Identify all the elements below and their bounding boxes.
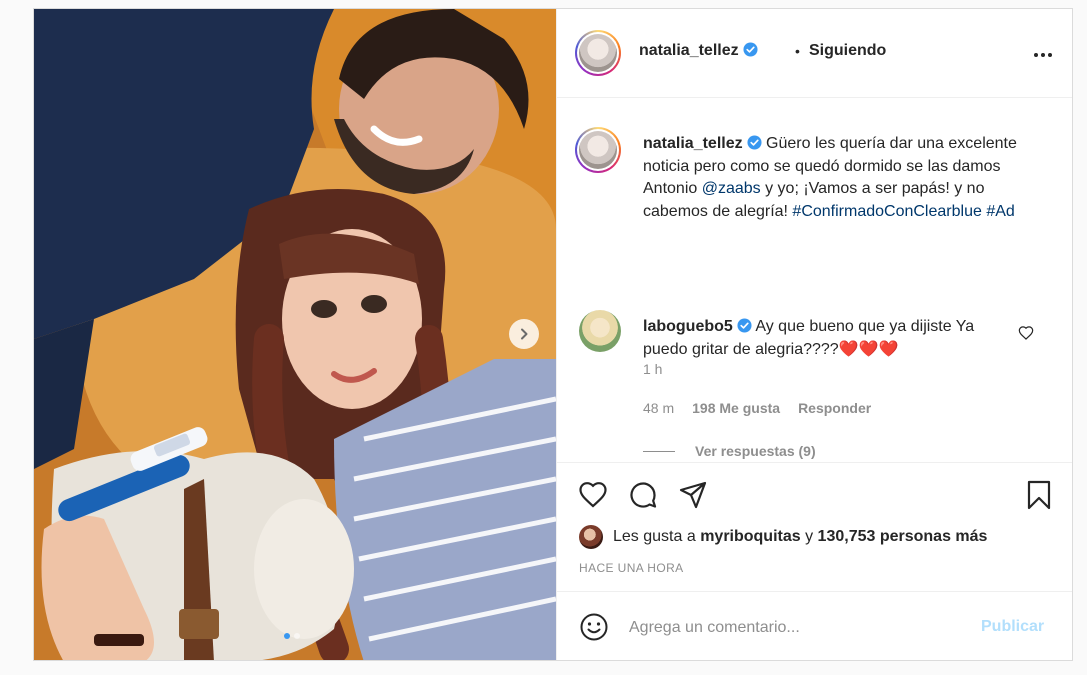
mention-link[interactable]: @zaabs [702,180,761,197]
likes-prefix: Les gusta a [613,528,696,545]
carousel-next-button[interactable] [509,319,539,349]
post-header: natalia_tellez • Siguiendo [557,9,1072,98]
view-replies-label: Ver respuestas (9) [695,443,816,459]
add-comment-bar: Publicar [557,591,1072,660]
comment-icon[interactable] [627,479,659,511]
likes-summary: Les gusta a myriboquitas y 130,753 perso… [579,525,987,549]
comment-like-heart-icon[interactable] [1018,325,1034,341]
caption-username[interactable]: natalia_tellez [643,135,743,152]
heart-icon[interactable] [577,479,609,511]
view-replies-button[interactable]: Ver respuestas (9) [643,443,816,459]
photo-scene [34,9,556,660]
replies-divider [643,450,675,452]
header-separator: • [795,43,800,59]
post-timestamp[interactable]: HACE UNA HORA [579,561,684,575]
comment-input[interactable] [629,614,959,642]
publish-button[interactable]: Publicar [981,618,1044,636]
author-username: natalia_tellez [639,42,739,59]
comment-time: 48 m [643,400,675,416]
author-avatar[interactable] [575,30,621,76]
comment-meta: 48 m 198 Me gusta Responder [643,400,871,416]
chevron-right-icon [521,328,528,340]
post-photo[interactable] [34,9,556,660]
liker-username[interactable]: myriboquitas [700,528,800,546]
caption-time[interactable]: 1 h [643,361,662,377]
smile-icon[interactable] [579,612,609,642]
verified-badge-icon [747,135,762,150]
liker-avatar[interactable] [579,525,603,549]
author-username-link[interactable]: natalia_tellez [639,42,758,60]
likes-count[interactable]: 130,753 personas más [818,528,988,546]
carousel-dot [294,633,300,639]
comment-likes-link[interactable]: 198 Me gusta [692,400,780,416]
comment-text: laboguebo5 Ay que bueno que ya dijiste Y… [643,316,1015,361]
following-button[interactable]: Siguiendo [809,42,886,60]
more-options-icon[interactable] [1031,45,1055,65]
comment-emoji: ❤️❤️❤️ [838,340,899,358]
carousel-indicator [284,633,300,639]
post-actions: Les gusta a myriboquitas y 130,753 perso… [557,462,1072,660]
caption-author-avatar[interactable] [575,127,621,173]
comments-section: natalia_tellez Güero les quería dar una … [557,99,1072,462]
commenter-avatar[interactable] [579,310,621,352]
reply-button[interactable]: Responder [798,400,871,416]
instagram-post: natalia_tellez • Siguiendo natalia_telle… [33,8,1073,661]
hashtag-link-ad[interactable]: #Ad [986,203,1014,220]
verified-badge-icon [737,318,752,333]
hashtag-link[interactable]: #ConfirmadoConClearblue [792,203,981,220]
commenter-username[interactable]: laboguebo5 [643,318,733,335]
share-icon[interactable] [677,479,709,511]
post-caption: natalia_tellez Güero les quería dar una … [643,133,1043,223]
carousel-dot [284,633,290,639]
bookmark-icon[interactable] [1023,479,1055,511]
likes-middle: y [800,528,818,545]
verified-badge-icon [743,42,758,57]
post-side-panel: natalia_tellez • Siguiendo natalia_telle… [556,9,1072,660]
